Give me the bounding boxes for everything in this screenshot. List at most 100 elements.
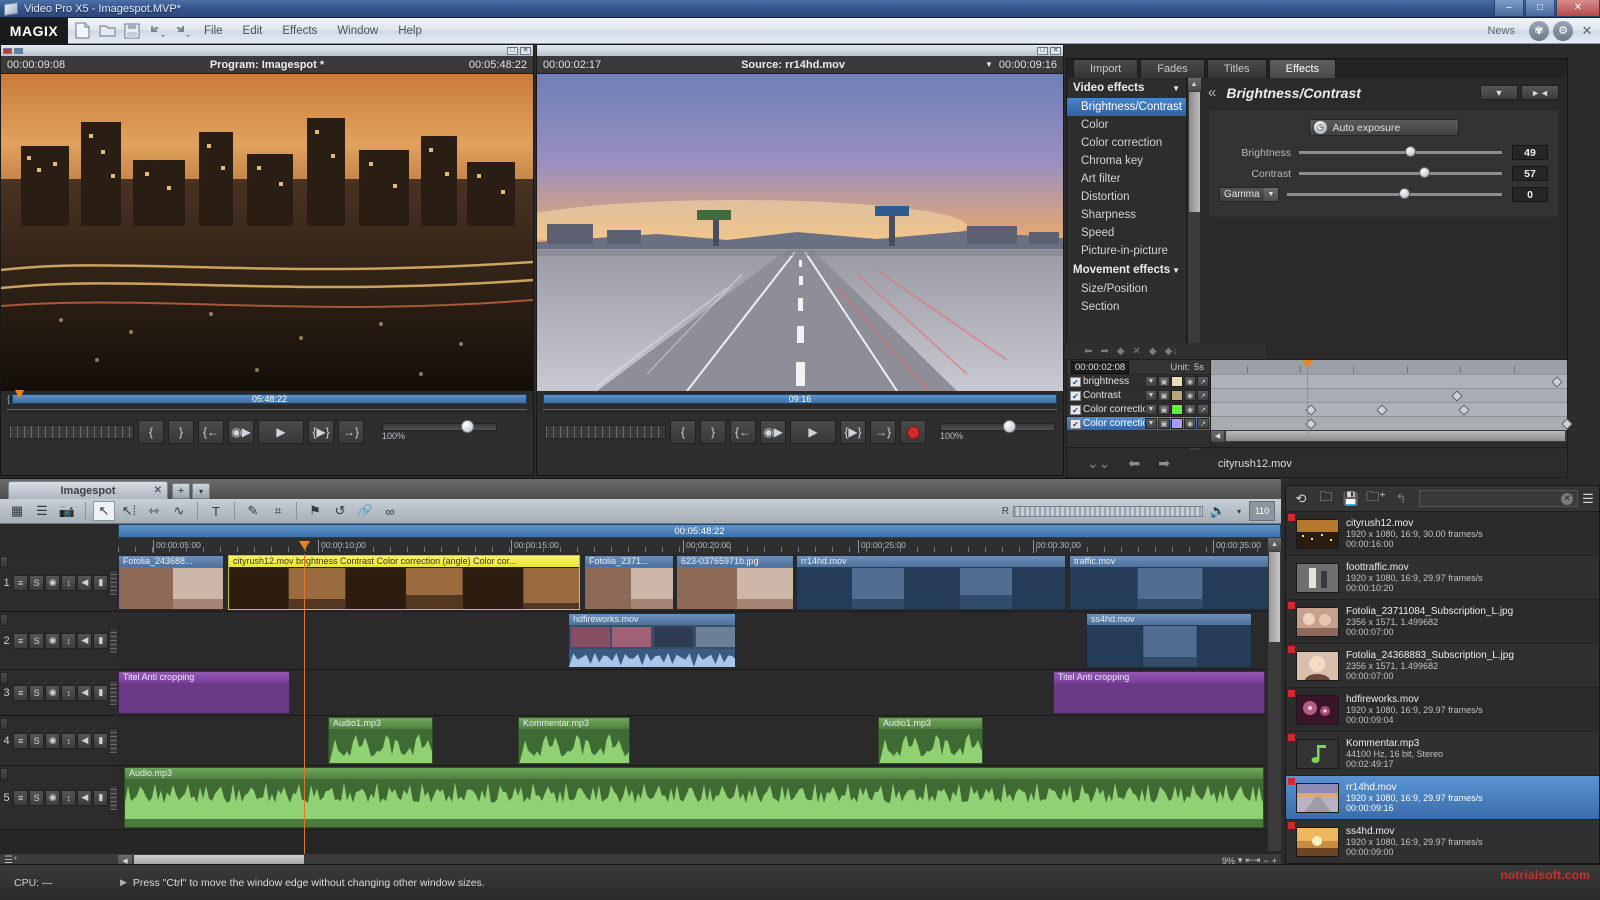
effect-item-brightness-contrast[interactable]: Brightness/Contrast bbox=[1067, 98, 1186, 116]
curve-editor-icon[interactable]: ↗ bbox=[1197, 376, 1209, 387]
program-scrub-bar[interactable]: { 05:48:22 bbox=[1, 391, 533, 407]
save-disk-icon[interactable]: 💾 bbox=[1340, 489, 1362, 509]
flag-icon[interactable]: ⚑ bbox=[304, 501, 326, 521]
timeline-clip[interactable]: Audio1.mp3 bbox=[878, 717, 983, 764]
add-project-button[interactable]: + bbox=[172, 483, 190, 499]
effect-item-speed[interactable]: Speed bbox=[1067, 224, 1186, 242]
keyframe-row-color-correction-level[interactable]: ✔ Color correction level ▼ ▣ ◉ ↗ bbox=[1067, 416, 1210, 430]
keyframe-prev-icon[interactable]: ⬅ bbox=[1084, 346, 1092, 357]
scroll-thumb[interactable] bbox=[1189, 92, 1200, 212]
link-icon[interactable]: 🔗 bbox=[354, 501, 376, 521]
jog-wheel[interactable] bbox=[545, 425, 666, 439]
track-solo-button[interactable]: S bbox=[29, 685, 44, 701]
keyframe-diamond[interactable] bbox=[1451, 390, 1462, 401]
track-fx-button[interactable]: ◀ bbox=[77, 790, 92, 806]
media-search-field[interactable]: ✕ bbox=[1419, 490, 1578, 507]
list-view-icon[interactable]: ☰ bbox=[31, 501, 53, 521]
track-fx-button[interactable]: ◀ bbox=[77, 685, 92, 701]
keyframe-add-icon[interactable]: ◆ bbox=[1117, 346, 1125, 357]
zoom-level-button[interactable]: 110 bbox=[1249, 501, 1275, 521]
timeline-clip[interactable]: Fotolia_243688... bbox=[118, 555, 224, 610]
keyframe-marker-icon[interactable]: ▣ bbox=[1158, 376, 1170, 387]
undo-icon[interactable] bbox=[146, 20, 168, 42]
track-volume-fader[interactable] bbox=[109, 785, 118, 811]
keyframe-row-color-correction-angle[interactable]: ✔ Color correction (angle) ▼ ▣ ◉ ↗ bbox=[1067, 402, 1210, 416]
keyframe-delete-icon[interactable]: ✕ bbox=[1132, 346, 1140, 357]
playhead-handle[interactable] bbox=[299, 541, 310, 550]
brightness-slider[interactable] bbox=[1299, 151, 1502, 154]
collapse-icon[interactable]: ⌄⌄ bbox=[1087, 455, 1110, 472]
vscroll-thumb[interactable] bbox=[1269, 552, 1280, 642]
track-header-2[interactable]: 2≡S◉↕◀▮ bbox=[0, 612, 118, 670]
track-solo-button[interactable]: S bbox=[29, 790, 44, 806]
camera-icon[interactable]: 📷 bbox=[56, 501, 78, 521]
close-icon[interactable]: ✕ bbox=[154, 485, 162, 496]
chevron-down-icon[interactable]: ▼ bbox=[1145, 418, 1157, 429]
visibility-eye-icon[interactable]: ◉ bbox=[1184, 404, 1196, 415]
media-pool-item[interactable]: Kommentar.mp344100 Hz, 16 bit, Stereo00:… bbox=[1286, 732, 1599, 776]
keyframe-paste-icon[interactable]: ◆↓ bbox=[1165, 346, 1178, 357]
track-solo-button[interactable]: S bbox=[29, 633, 44, 649]
keyframe-next-icon[interactable]: ➡ bbox=[1100, 346, 1108, 357]
maximize-button[interactable]: □ bbox=[1525, 0, 1555, 17]
visibility-eye-icon[interactable]: ◉ bbox=[1184, 376, 1196, 387]
tab-import[interactable]: Import bbox=[1073, 59, 1138, 78]
gamma-value[interactable]: 0 bbox=[1512, 187, 1548, 202]
timeline-playhead[interactable] bbox=[304, 554, 305, 854]
track-mute-button[interactable]: ◉ bbox=[45, 633, 60, 649]
scroll-left-icon[interactable]: ◀ bbox=[1211, 431, 1224, 442]
gamma-slider[interactable] bbox=[1287, 193, 1502, 196]
track-header-4[interactable]: 4≡S◉↕◀▮ bbox=[0, 716, 118, 766]
media-pool-item[interactable]: foottraffic.mov1920 x 1080, 16:9, 29.97 … bbox=[1286, 556, 1599, 600]
keyframe-marker-icon[interactable]: ▣ bbox=[1158, 418, 1170, 429]
keyframe-diamond[interactable] bbox=[1562, 418, 1573, 429]
track-lane-3[interactable]: Titel Anti croppingTitel Anti cropping bbox=[118, 670, 1268, 716]
tab-titles[interactable]: Titles bbox=[1207, 59, 1267, 78]
effect-item-distortion[interactable]: Distortion bbox=[1067, 188, 1186, 206]
track-lane-1[interactable]: Fotolia_243688...cityrush12.mov brightne… bbox=[118, 554, 1268, 612]
track-mute-button[interactable]: ◉ bbox=[45, 685, 60, 701]
transport-end[interactable]: →} bbox=[338, 420, 364, 444]
prev-clip-icon[interactable]: ⬅ bbox=[1128, 455, 1140, 472]
track-grip[interactable] bbox=[0, 768, 8, 780]
marker-tool-icon[interactable]: ⌗ bbox=[267, 501, 289, 521]
chevron-down-icon[interactable]: ▼ bbox=[1172, 84, 1180, 93]
visibility-eye-icon[interactable]: ◉ bbox=[1184, 418, 1196, 429]
transport-prev[interactable]: {← bbox=[198, 420, 224, 444]
keyframe-unit-value[interactable]: 5s bbox=[1194, 362, 1204, 373]
track-volume-fader[interactable] bbox=[109, 728, 118, 754]
transport-out-point[interactable]: } bbox=[168, 420, 194, 444]
media-pool-item[interactable]: rr14hd.mov1920 x 1080, 16:9, 29.97 frame… bbox=[1286, 776, 1599, 820]
curve-editor-icon[interactable]: ↗ bbox=[1197, 418, 1209, 429]
curve-editor-icon[interactable]: ↗ bbox=[1197, 390, 1209, 401]
chevron-down-icon[interactable]: ▼ bbox=[1145, 390, 1157, 401]
keyframe-diamond[interactable] bbox=[1551, 376, 1562, 387]
timeline-clip[interactable]: Kommentar.mp3 bbox=[518, 717, 630, 764]
media-pool-item[interactable]: hdfireworks.mov1920 x 1080, 16:9, 29.97 … bbox=[1286, 688, 1599, 732]
chevron-down-icon[interactable]: ▼ bbox=[985, 60, 993, 69]
speaker-icon[interactable]: 🔊 bbox=[1207, 501, 1229, 521]
split-mouse-icon[interactable]: ↖⁞ bbox=[118, 501, 140, 521]
keyframe-color-swatch[interactable] bbox=[1171, 404, 1183, 415]
track-header-1[interactable]: 1≡S◉↕◀▮ bbox=[0, 554, 118, 612]
keyframe-color-swatch[interactable] bbox=[1171, 390, 1183, 401]
track-fx-button[interactable]: ◀ bbox=[77, 733, 92, 749]
checkbox-icon[interactable]: ✔ bbox=[1070, 391, 1081, 401]
keyframe-lanes[interactable]: ◀ bbox=[1211, 359, 1568, 448]
program-playhead-marker[interactable] bbox=[15, 390, 24, 399]
new-folder-icon[interactable]: 🗀⁺ bbox=[1365, 489, 1387, 509]
pen-tool-icon[interactable]: ✎ bbox=[242, 501, 264, 521]
track-volume-fader[interactable] bbox=[109, 570, 118, 596]
track-record-button[interactable]: ▮ bbox=[93, 733, 108, 749]
effect-item-color[interactable]: Color bbox=[1067, 116, 1186, 134]
track-record-button[interactable]: ▮ bbox=[93, 633, 108, 649]
track-automation-button[interactable]: ↕ bbox=[61, 633, 76, 649]
brightness-value[interactable]: 49 bbox=[1512, 145, 1548, 160]
track-mute-button[interactable]: ◉ bbox=[45, 733, 60, 749]
stretch-mouse-icon[interactable]: ⇿ bbox=[143, 501, 165, 521]
curve-mouse-icon[interactable]: ∿ bbox=[168, 501, 190, 521]
effect-item-art-filter[interactable]: Art filter bbox=[1067, 170, 1186, 188]
track-volume-fader[interactable] bbox=[109, 628, 118, 654]
tab-effects[interactable]: Effects bbox=[1269, 59, 1336, 78]
track-header-3[interactable]: 3≡S◉↕◀▮ bbox=[0, 670, 118, 716]
